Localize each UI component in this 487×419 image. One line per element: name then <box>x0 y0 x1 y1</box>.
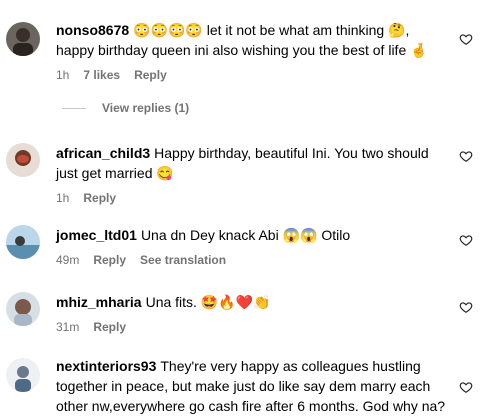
comment-time: 1h <box>56 68 70 82</box>
comment-username[interactable]: nextinteriors93 <box>56 358 156 374</box>
comment-text-cont: happy birthday queen ini also wishing yo… <box>56 42 428 58</box>
comment-username[interactable]: mhiz_mharia <box>56 294 142 310</box>
see-translation-button[interactable]: See translation <box>140 253 226 267</box>
comment-text: Una dn Dey knack Abi 😱😱 Otilo <box>140 227 351 243</box>
heart-outline-icon[interactable] <box>459 149 473 163</box>
reply-button[interactable]: Reply <box>93 320 126 334</box>
likes-count[interactable]: 7 likes <box>83 68 120 82</box>
reply-button[interactable]: Reply <box>83 191 116 205</box>
reply-button[interactable]: Reply <box>93 253 126 267</box>
comment-text: Happy birthday, beautiful Ini. You two s… <box>154 145 429 161</box>
avatar-nonso8678[interactable] <box>6 22 40 56</box>
comment-time: 1h <box>56 191 70 205</box>
heart-outline-icon[interactable] <box>459 300 473 314</box>
reply-button[interactable]: Reply <box>134 68 167 82</box>
view-replies-button[interactable]: View replies (1) <box>62 101 189 115</box>
comment-text-cont: together in peace, but make just do like… <box>56 378 431 394</box>
comment-username[interactable]: african_child3 <box>56 145 150 161</box>
avatar-nextinteriors93[interactable] <box>6 358 40 392</box>
view-replies-label[interactable]: View replies (1) <box>102 101 189 115</box>
comment-username[interactable]: jomec_ltd01 <box>56 227 137 243</box>
comment-text-cont: just get married 😋 <box>56 165 174 181</box>
comment-username[interactable]: nonso8678 <box>56 22 129 38</box>
comment-text-cont: other nw,everywhere go cash fire after 6… <box>56 398 446 414</box>
avatar-jomec-ltd01[interactable] <box>6 225 40 259</box>
replies-divider <box>62 107 86 109</box>
avatar-mhiz-mharia[interactable] <box>6 292 40 326</box>
comment-text: 😳😳😳😳 let it not be what am thinking 🤔, <box>133 22 410 38</box>
avatar-african-child3[interactable] <box>6 143 40 177</box>
comment-text: They're very happy as colleagues hustlin… <box>160 358 421 374</box>
heart-outline-icon[interactable] <box>459 233 473 247</box>
comment-time: 49m <box>56 253 80 267</box>
comment-time: 31m <box>56 320 80 334</box>
comment-text: Una fits. 🤩🔥❤️👏 <box>145 294 271 310</box>
heart-outline-icon[interactable] <box>459 380 473 394</box>
heart-outline-icon[interactable] <box>459 32 473 46</box>
